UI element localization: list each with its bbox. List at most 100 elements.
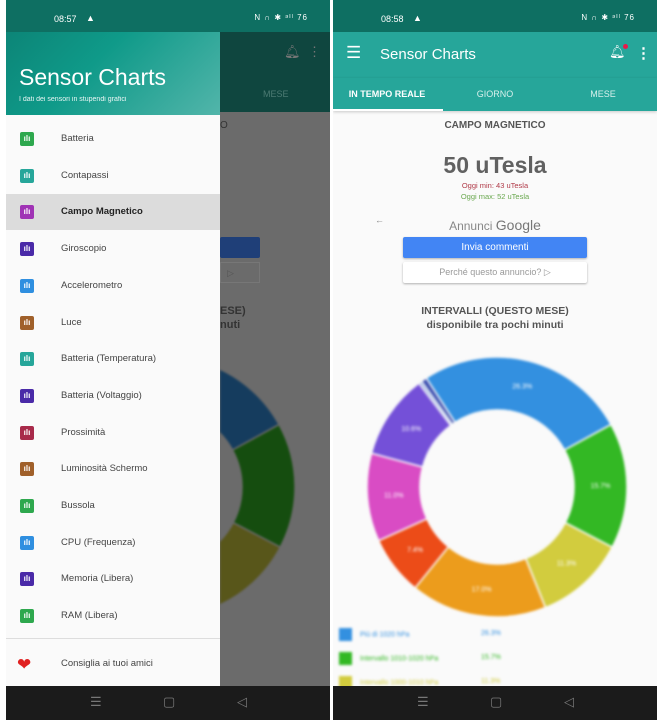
drawer-item[interactable]: ılı Luce [6,305,220,341]
why-this-ad-button[interactable]: Perché questo annuncio? ▷ [403,262,587,283]
bar-chart-icon: ılı [20,242,34,257]
drawer-header: Sensor Charts I dati dei sensori in stup… [6,32,220,115]
drawer-item[interactable]: ılı Memoria (Libera) [6,561,220,597]
today-max: Oggi max: 52 uTesla [460,192,530,201]
bar-chart-icon: ılı [20,388,34,403]
ad-label: Annunci Google [333,217,657,233]
home-nav-icon[interactable]: ▢ [490,694,502,710]
bar-chart-icon: ılı [20,462,34,477]
more-icon: ⋮ [308,44,321,59]
bar-chart-icon: ılı [20,205,34,220]
tab-realtime[interactable]: IN TEMPO REALE [333,89,441,99]
warning-icon: ▲ [86,13,95,23]
drawer-item-label: Giroscopio [61,243,107,255]
status-icons: N ∩ ✱ ᵊᴵˡ 76 [254,13,308,22]
drawer-item[interactable]: ılı CPU (Frequenza) [6,525,220,561]
drawer-item-label: Bussola [61,500,95,511]
home-nav-icon[interactable]: ▢ [163,694,175,710]
drawer-item-label: Batteria (Temperatura) [61,353,157,365]
drawer-item[interactable]: ılı Contapassi [6,158,220,194]
legend-swatch [339,652,352,665]
drawer-item[interactable]: ılı Batteria (Temperatura) [6,341,220,377]
dimmed-ad-button [220,237,260,258]
drawer-item-label: Campo Magnetico [61,206,143,218]
bar-chart-icon: ılı [20,352,34,367]
drawer-item[interactable]: ılı Batteria (Voltaggio) [6,378,220,414]
drawer-item-label: Luce [61,316,82,328]
status-icons: N ∩ ✱ ᵊᴵˡ 76 [581,13,635,22]
slice-label: 15.7% [591,483,611,490]
notification-bell-icon[interactable]: 🔔︎ [609,44,628,60]
intervals-subtitle: disponibile tra pochi minuti [426,319,564,331]
drawer-item-label: Batteria (Voltaggio) [61,389,142,401]
bell-icon: 🔔︎ [284,44,301,59]
slice-label: 10.6% [401,426,421,433]
bar-chart-icon: ılı [20,278,34,293]
send-feedback-button[interactable]: Invia commenti [403,237,587,258]
slice-label: 17.0% [472,586,492,593]
status-bar: 08:58 ▲ N ∩ ✱ ᵊᴵˡ 76 [333,0,657,32]
intervals-donut-chart: 26.3% 15.7% 11.3% 17.0% 7.4% 11.0% 10.6% [366,356,628,618]
drawer-item[interactable]: ılı Prossimità [6,415,220,451]
intervals-title: INTERVALLI (QUESTO MESE) [421,305,569,317]
tab-day[interactable]: GIORNO [441,89,549,99]
dimmed-ad-button-2: ▷ [220,262,260,283]
drawer-item-share[interactable]: ❤ Consiglia ai tuoi amici [6,646,220,682]
drawer-item[interactable]: ılı Giroscopio [6,231,220,267]
drawer-item[interactable]: ılı Campo Magnetico [6,194,220,231]
legend-value: 11.3% [481,678,501,685]
status-bar: 08:57 ▲ N ∩ ✱ ᵊᴵˡ 76 [6,0,330,32]
drawer-title: Sensor Charts [19,64,167,90]
drawer-divider [6,638,220,639]
legend-swatch [339,628,352,641]
drawer-subtitle: I dati dei sensori in stupendi grafici [19,96,127,103]
tab-indicator [333,109,443,111]
tab-bar: IN TEMPO REALE GIORNO MESE [333,78,657,111]
slice-label: 11.0% [384,492,403,499]
tab-month[interactable]: MESE [549,89,657,99]
drawer-item-label: Prossimità [61,426,106,438]
donut-slice [425,356,613,452]
drawer-item[interactable]: ılı Bussola [6,488,220,524]
legend-item: Intervallo 1010-1020 hPa 15.7% [339,652,501,665]
warning-icon: ▲ [413,13,422,23]
bar-chart-icon: ılı [20,425,34,440]
bar-chart-icon: ılı [20,132,34,146]
google-logo: Google [495,217,541,233]
drawer-item-label: Consiglia ai tuoi amici [61,658,153,669]
slice-label: 26.3% [512,384,532,391]
drawer-item[interactable]: ılı Batteria [6,121,220,157]
back-nav-icon[interactable]: ◁ [564,694,574,710]
more-options-icon[interactable]: ⋮ [636,44,651,62]
today-min: Oggi min: 43 uTesla [461,181,529,190]
slice-label: 7.4% [407,547,423,554]
right-phone: 08:58 ▲ N ∩ ✱ ᵊᴵˡ 76 ☰ Sensor Charts 🔔︎ … [333,0,657,720]
drawer-item-label: Contapassi [61,169,109,181]
drawer-item-label: CPU (Frequenza) [61,536,136,548]
bar-chart-icon: ılı [20,572,34,587]
sensor-value: 50 uTesla [443,152,547,178]
drawer-item[interactable]: ılı Accelerometro [6,268,220,304]
legend-label: Intervallo 1010-1020 hPa [360,655,439,663]
menu-nav-icon[interactable]: ☰ [417,694,429,710]
drawer-item[interactable]: ılı RAM (Libera) [6,598,220,634]
dimmed-toolbar: 🔔︎ ⋮ MESE [220,32,330,112]
drawer-item-label: Accelerometro [61,279,123,291]
drawer-item-label: Memoria (Libera) [61,573,134,585]
drawer-item-label: Luminosità Schermo [61,463,148,475]
drawer-item-label: Batteria [61,133,94,144]
legend-value: 26.3% [481,630,501,637]
system-nav-bar: ☰ ▢ ◁ [333,686,657,720]
dimmed-text: nuti [220,319,241,331]
menu-nav-icon[interactable]: ☰ [90,694,102,710]
back-nav-icon[interactable]: ◁ [237,694,247,710]
system-nav-bar: ☰ ▢ ◁ [6,686,330,720]
dimmed-tab-mese: MESE [263,89,289,99]
sensor-title: CAMPO MAGNETICO [444,120,546,131]
drawer-item[interactable]: ılı Luminosità Schermo [6,451,220,487]
app-toolbar: ☰ Sensor Charts 🔔︎ ⋮ [333,32,657,78]
heart-icon: ❤ [17,655,32,674]
bar-chart-icon: ılı [20,609,34,624]
app-title: Sensor Charts [380,46,476,63]
hamburger-menu-icon[interactable]: ☰ [346,43,361,63]
